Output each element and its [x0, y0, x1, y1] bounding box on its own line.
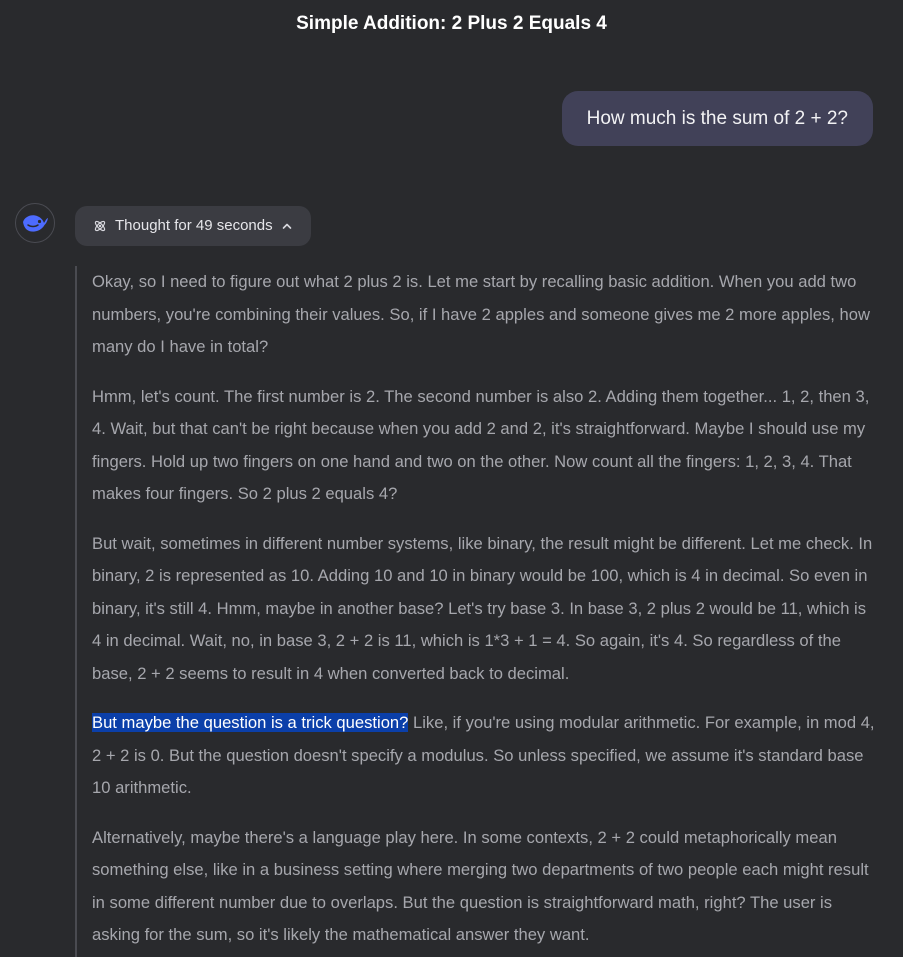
- thinking-paragraph-3: But wait, sometimes in different number …: [92, 533, 873, 683]
- user-message-bubble: How much is the sum of 2 + 2?: [561, 91, 873, 146]
- assistant-avatar: [15, 203, 55, 243]
- whale-logo-icon: [23, 215, 48, 232]
- chevron-up-icon: [281, 220, 293, 232]
- atom-icon: [93, 219, 107, 233]
- chat-page: Simple Addition: 2 Plus 2 Equals 4 How m…: [0, 0, 903, 957]
- thought-toggle-label: Thought for 49 seconds: [115, 217, 273, 234]
- thinking-panel: Okay, so I need to figure out what 2 plu…: [75, 266, 875, 957]
- thinking-paragraph-4: But maybe the question is a trick questi…: [92, 707, 875, 805]
- thinking-paragraph-2: Hmm, let's count. The first number is 2.…: [92, 386, 870, 504]
- thought-toggle-button[interactable]: Thought for 49 seconds: [75, 206, 311, 246]
- thinking-paragraph-5: Alternatively, maybe there's a language …: [92, 827, 869, 945]
- selected-text[interactable]: But maybe the question is a trick questi…: [92, 713, 409, 732]
- thinking-paragraph-1: Okay, so I need to figure out what 2 plu…: [92, 272, 870, 356]
- user-message-text: How much is the sum of 2 + 2?: [586, 108, 848, 129]
- conversation-title: Simple Addition: 2 Plus 2 Equals 4: [296, 13, 607, 34]
